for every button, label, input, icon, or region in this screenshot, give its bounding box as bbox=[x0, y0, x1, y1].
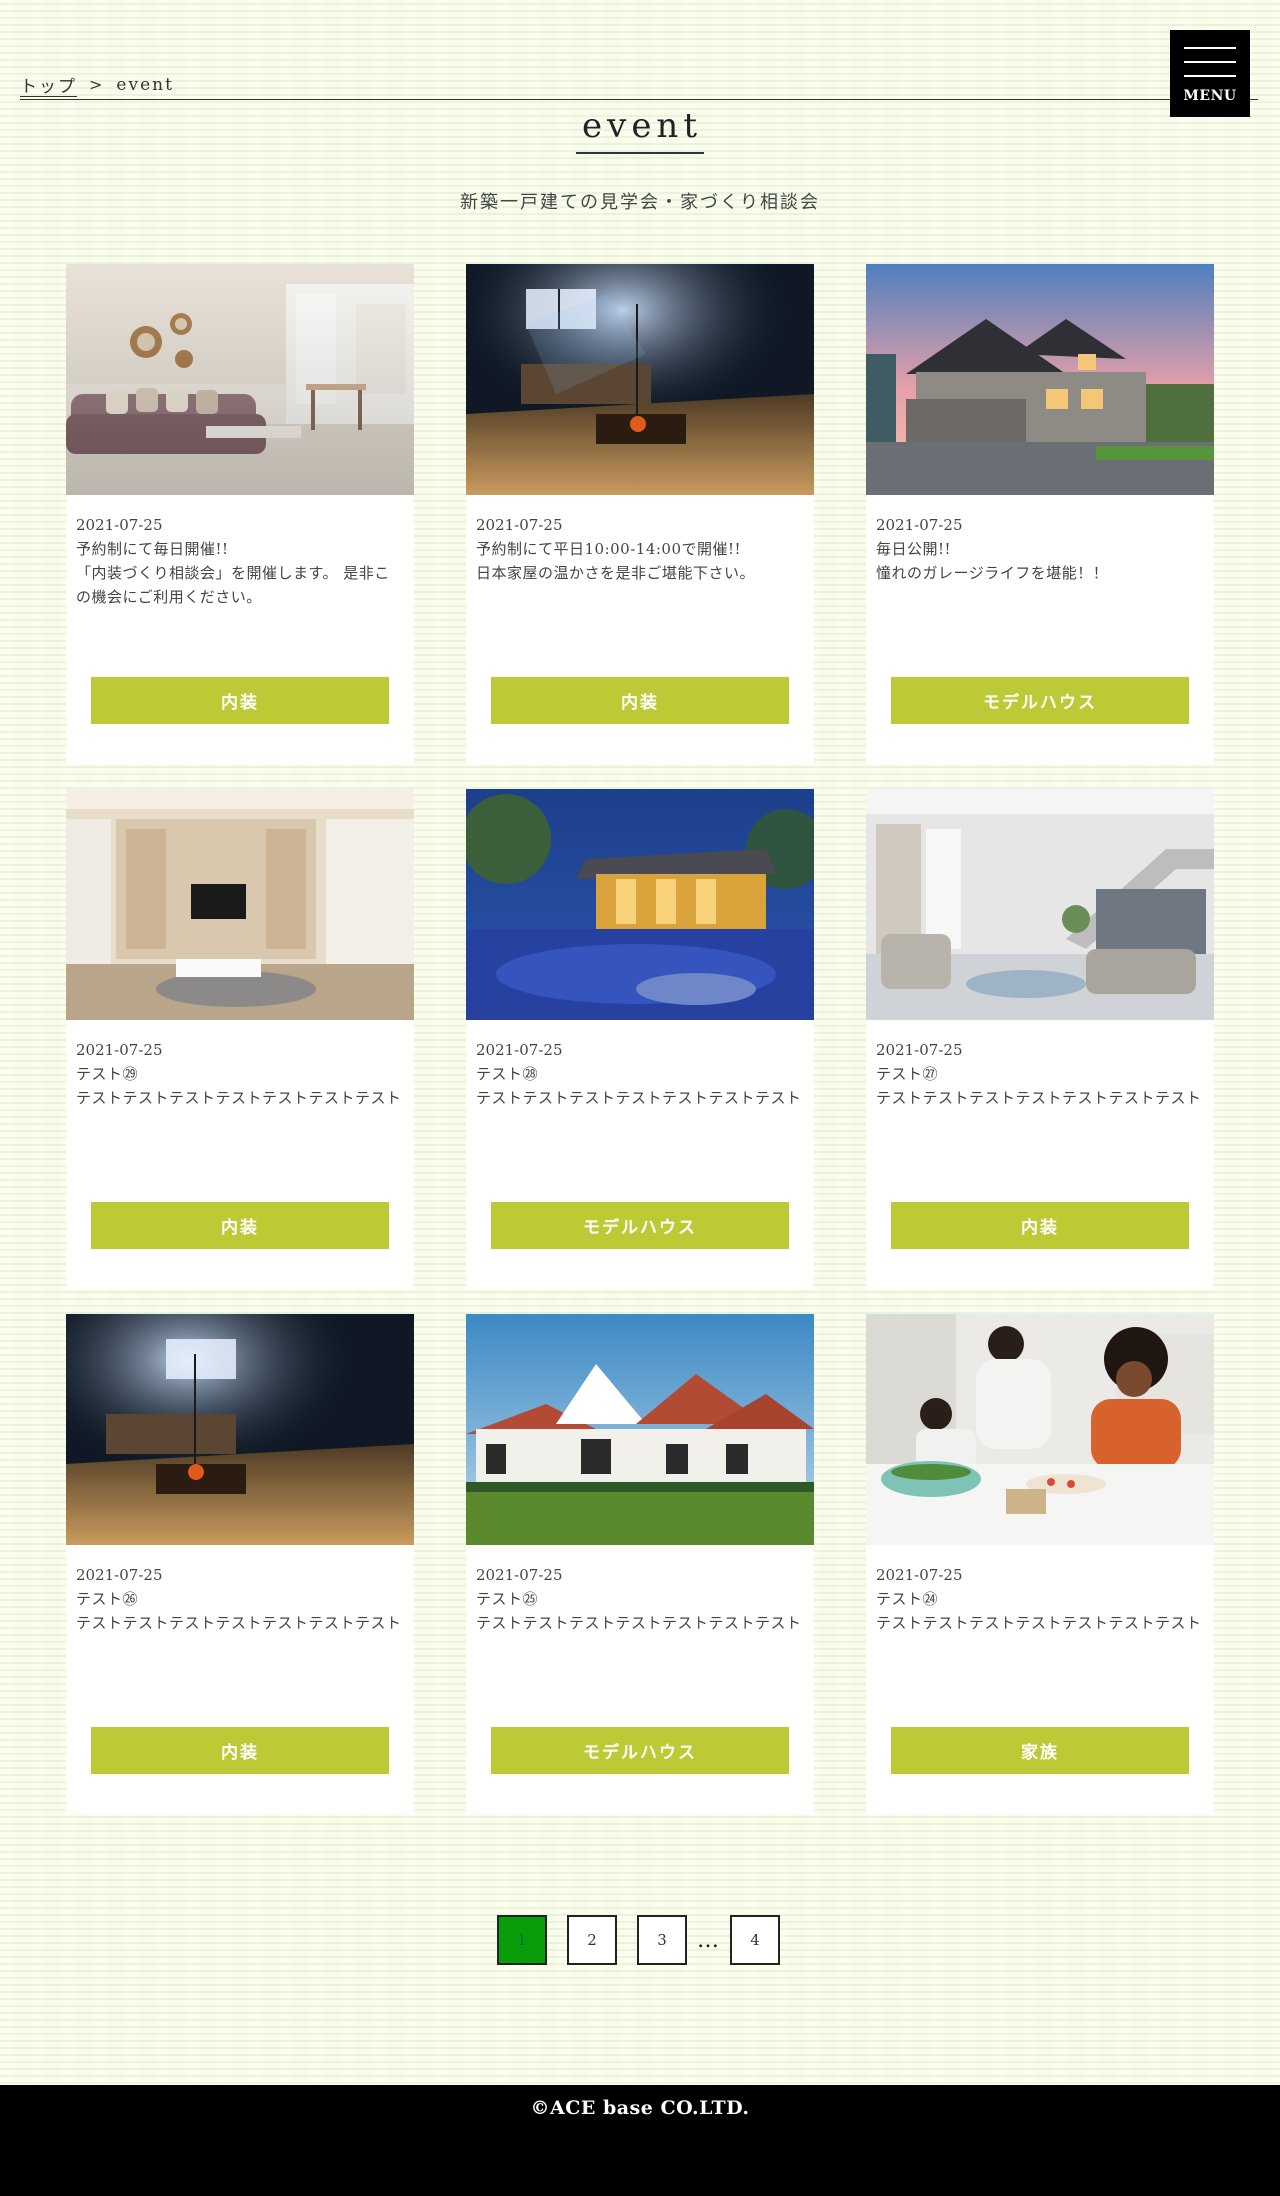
pagination: 1 2 3 … 4 bbox=[497, 1915, 800, 1965]
event-card[interactable]: 2021-07-25 毎日公開!! 憧れのガレージライフを堪能！！ モデルハウス bbox=[866, 264, 1214, 764]
card-category-button[interactable]: 内装 bbox=[91, 1727, 389, 1774]
card-text-line: テスト㉖ bbox=[76, 1590, 139, 1608]
card-date: 2021-07-25 bbox=[76, 1041, 163, 1059]
menu-label: MENU bbox=[1183, 88, 1237, 104]
card-date: 2021-07-25 bbox=[876, 516, 963, 534]
house-with-garage-photo bbox=[866, 264, 1214, 495]
page-button-4[interactable]: 4 bbox=[730, 1915, 780, 1965]
card-text-line: テストテストテストテストテストテストテスト bbox=[476, 1614, 802, 1632]
card-text-line: テストテストテストテストテストテストテスト bbox=[76, 1614, 402, 1632]
card-text-line: テストテストテストテストテストテストテスト bbox=[76, 1089, 402, 1107]
event-card[interactable]: 2021-07-25 予約制にて平日10:00-14:00で開催!! 日本家屋の… bbox=[466, 264, 814, 764]
night-modern-house-photo bbox=[466, 789, 814, 1020]
card-category-button[interactable]: モデルハウス bbox=[891, 677, 1189, 724]
card-date: 2021-07-25 bbox=[876, 1041, 963, 1059]
page-button-2[interactable]: 2 bbox=[567, 1915, 617, 1965]
page-subtitle: 新築一戸建ての見学会・家づくり相談会 bbox=[460, 192, 820, 213]
staircase-living-room-photo bbox=[866, 789, 1214, 1020]
living-room-photo bbox=[66, 264, 414, 495]
card-text-line: 「内装づくり相談会」を開催します。 是非この機会にご利用ください。 bbox=[76, 564, 390, 606]
card-text-line: テストテストテストテストテストテストテスト bbox=[876, 1089, 1202, 1107]
card-date: 2021-07-25 bbox=[476, 1566, 563, 1584]
card-date: 2021-07-25 bbox=[476, 1041, 563, 1059]
card-date: 2021-07-25 bbox=[476, 516, 563, 534]
header-divider bbox=[20, 99, 1258, 100]
copyright-text: ©ACE base CO.LTD. bbox=[530, 2097, 750, 2119]
card-text-line: 予約制にて毎日開催!! bbox=[76, 540, 229, 558]
menu-button[interactable]: MENU bbox=[1170, 30, 1250, 117]
card-category-button[interactable]: モデルハウス bbox=[491, 1202, 789, 1249]
pagination-ellipsis: … bbox=[697, 1927, 720, 1953]
card-text-line: 日本家屋の温かさを是非ご堪能下さい。 bbox=[476, 564, 756, 582]
breadcrumb-home-link[interactable]: トップ bbox=[20, 72, 77, 97]
page-title-wrap: event bbox=[0, 106, 1280, 154]
tudor-house-photo bbox=[466, 1314, 814, 1545]
tv-living-room-photo bbox=[66, 789, 414, 1020]
hamburger-icon bbox=[1184, 47, 1236, 77]
card-text-line: 予約制にて平日10:00-14:00で開催!! bbox=[476, 540, 742, 558]
breadcrumb-current: event bbox=[116, 74, 174, 95]
event-card[interactable]: 2021-07-25 テスト㉗ テストテストテストテストテストテストテスト 内装 bbox=[866, 789, 1214, 1289]
japanese-house-interior-photo bbox=[466, 264, 814, 495]
event-card[interactable]: 2021-07-25 テスト㉖ テストテストテストテストテストテストテスト 内装 bbox=[66, 1314, 414, 1814]
page-title: event bbox=[575, 106, 704, 154]
breadcrumb-separator: > bbox=[89, 75, 105, 94]
card-text-line: テスト㉙ bbox=[76, 1065, 139, 1083]
card-category-button[interactable]: 内装 bbox=[891, 1202, 1189, 1249]
card-text-line: テスト㉘ bbox=[476, 1065, 539, 1083]
event-card[interactable]: 2021-07-25 予約制にて毎日開催!! 「内装づくり相談会」を開催します。… bbox=[66, 264, 414, 764]
page-button-1[interactable]: 1 bbox=[497, 1915, 547, 1965]
event-card[interactable]: 2021-07-25 テスト㉙ テストテストテストテストテストテストテスト 内装 bbox=[66, 789, 414, 1289]
card-text-line: テストテストテストテストテストテストテスト bbox=[476, 1089, 802, 1107]
card-text-line: テスト㉗ bbox=[876, 1065, 939, 1083]
footer: ©ACE base CO.LTD. bbox=[0, 2085, 1280, 2196]
card-date: 2021-07-25 bbox=[76, 516, 163, 534]
card-text-line: 憧れのガレージライフを堪能！！ bbox=[876, 564, 1109, 582]
card-category-button[interactable]: 内装 bbox=[491, 677, 789, 724]
card-text-line: テスト㉔ bbox=[876, 1590, 939, 1608]
breadcrumb: トップ > event bbox=[20, 72, 174, 98]
card-date: 2021-07-25 bbox=[76, 1566, 163, 1584]
card-category-button[interactable]: 内装 bbox=[91, 677, 389, 724]
family-kitchen-photo bbox=[866, 1314, 1214, 1545]
page-button-3[interactable]: 3 bbox=[637, 1915, 687, 1965]
event-card[interactable]: 2021-07-25 テスト㉕ テストテストテストテストテストテストテスト モデ… bbox=[466, 1314, 814, 1814]
card-category-button[interactable]: 家族 bbox=[891, 1727, 1189, 1774]
card-category-button[interactable]: 内装 bbox=[91, 1202, 389, 1249]
event-card[interactable]: 2021-07-25 テスト㉘ テストテストテストテストテストテストテスト モデ… bbox=[466, 789, 814, 1289]
japanese-house-interior-photo bbox=[66, 1314, 414, 1545]
card-text-line: テスト㉕ bbox=[476, 1590, 539, 1608]
card-text-line: 毎日公開!! bbox=[876, 540, 952, 558]
event-card[interactable]: 2021-07-25 テスト㉔ テストテストテストテストテストテストテスト 家族 bbox=[866, 1314, 1214, 1814]
card-text-line: テストテストテストテストテストテストテスト bbox=[876, 1614, 1202, 1632]
event-card-grid: 2021-07-25 予約制にて毎日開催!! 「内装づくり相談会」を開催します。… bbox=[66, 264, 1214, 1814]
card-category-button[interactable]: モデルハウス bbox=[491, 1727, 789, 1774]
card-date: 2021-07-25 bbox=[876, 1566, 963, 1584]
